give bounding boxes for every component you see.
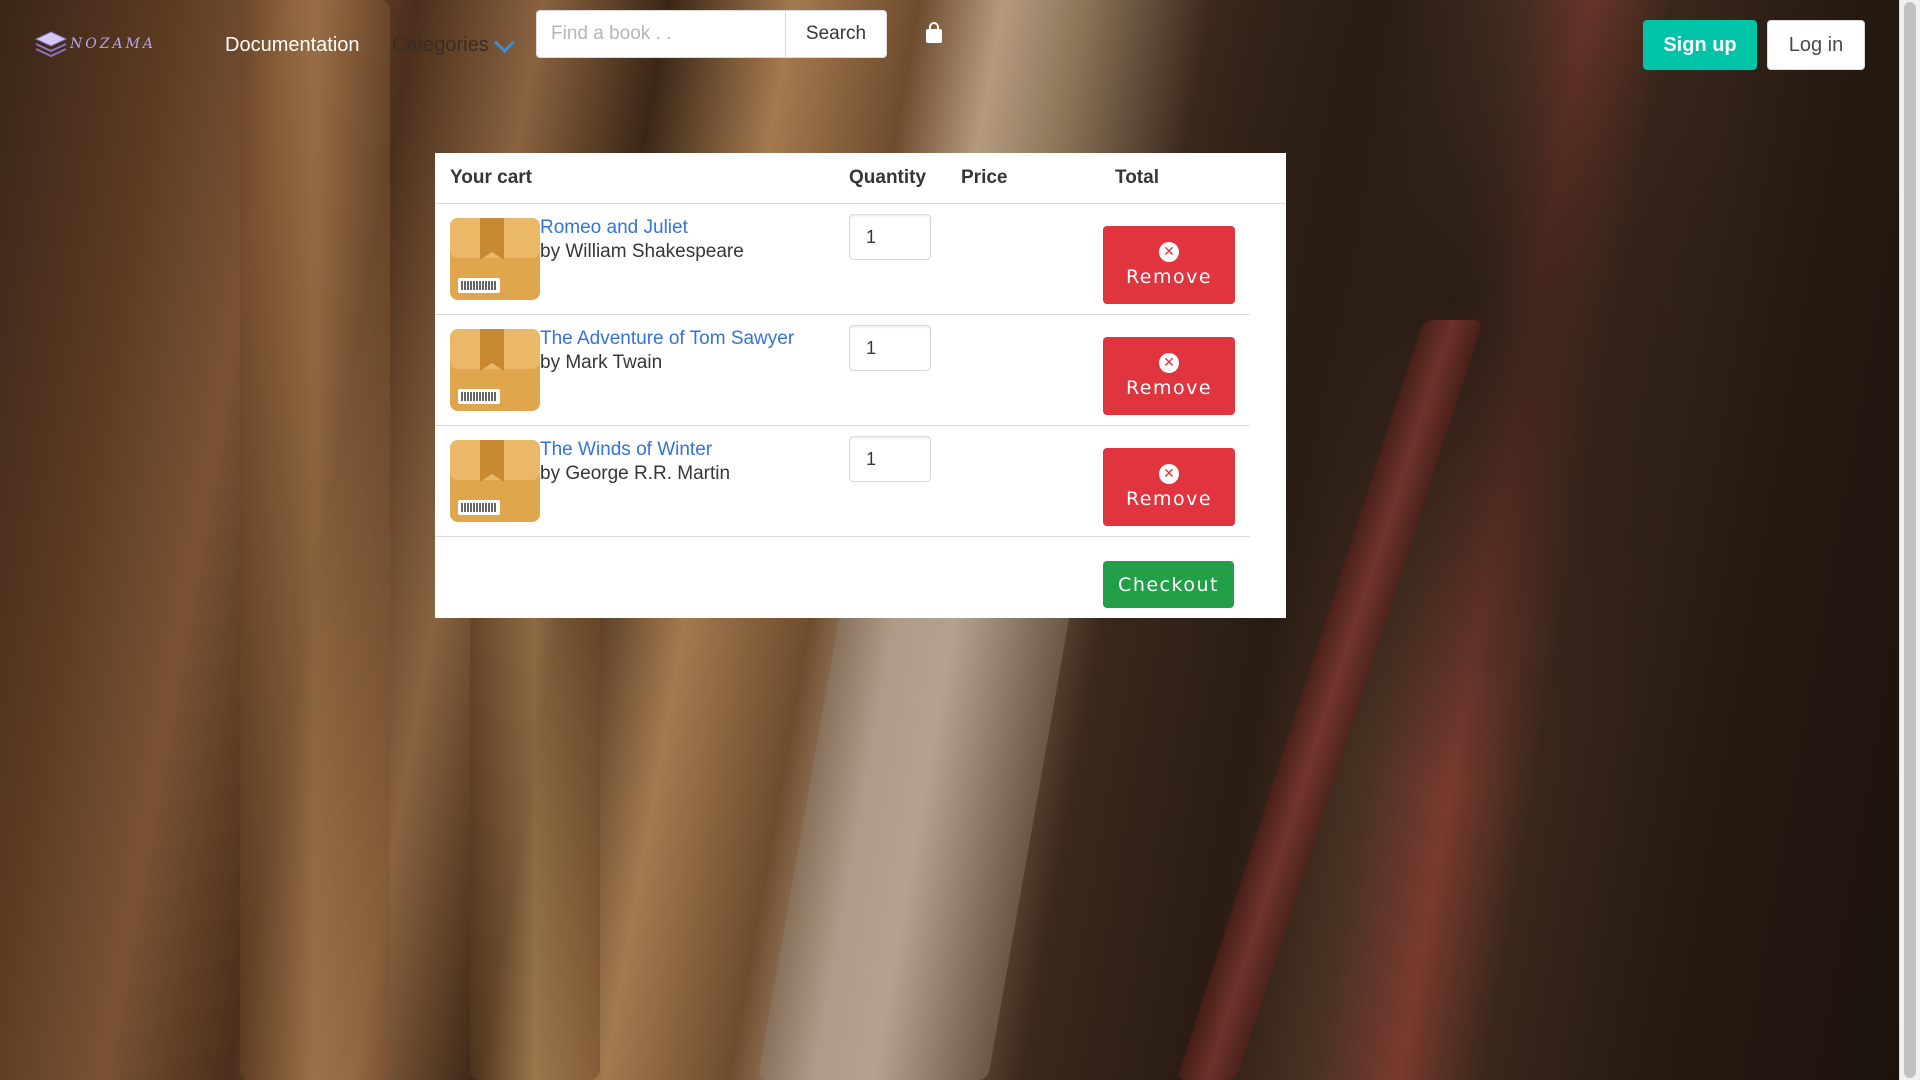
remove-label: Remove (1125, 266, 1213, 288)
login-button[interactable]: Log in (1767, 20, 1865, 70)
quantity-input[interactable] (849, 436, 931, 482)
cart-panel: Your cart Quantity Price Total Romeo and… (435, 153, 1286, 618)
remove-label: Remove (1125, 488, 1213, 510)
cart-item-row: Romeo and Juliet by William Shakespeare … (435, 204, 1250, 315)
checkout-button[interactable]: Checkout (1103, 561, 1234, 608)
logo-stack-icon (34, 31, 68, 58)
book-author: by William Shakespeare (540, 241, 744, 262)
search-button[interactable]: Search (786, 10, 887, 58)
remove-label: Remove (1125, 377, 1213, 399)
book-author: by George R.R. Martin (540, 463, 731, 484)
search-bar: Search (536, 10, 887, 58)
cart-header-row: Your cart Quantity Price Total (435, 153, 1286, 204)
column-header-your-cart: Your cart (450, 167, 533, 188)
cart-item-row: The Winds of Winter by George R.R. Marti… (435, 426, 1250, 537)
package-icon (450, 440, 540, 522)
page-scrollbar[interactable] (1899, 0, 1920, 1080)
remove-button[interactable]: ✕ Remove (1103, 226, 1235, 304)
book-author: by Mark Twain (540, 352, 663, 373)
book-spine-decoration (470, 560, 600, 1080)
brand-logo[interactable]: NOZAMA (34, 30, 156, 58)
quantity-input[interactable] (849, 214, 931, 260)
cart-item-row: The Adventure of Tom Sawyer by Mark Twai… (435, 315, 1250, 426)
quantity-input[interactable] (849, 325, 931, 371)
search-input[interactable] (536, 10, 786, 58)
book-spine-decoration (240, 0, 390, 1080)
close-circle-icon: ✕ (1159, 242, 1179, 262)
chevron-down-icon (493, 31, 515, 54)
column-header-price: Price (961, 167, 1008, 188)
signup-button[interactable]: Sign up (1643, 20, 1757, 70)
book-title-link[interactable]: The Winds of Winter (540, 439, 712, 461)
close-circle-icon: ✕ (1159, 464, 1179, 484)
nav-categories-label: Categories (392, 34, 489, 56)
scrollbar-thumb[interactable] (1904, 2, 1916, 1078)
nav-documentation-link[interactable]: Documentation (225, 34, 360, 57)
book-title-link[interactable]: The Adventure of Tom Sawyer (540, 328, 794, 350)
logo-text: NOZAMA (70, 36, 157, 52)
column-header-quantity: Quantity (849, 167, 927, 188)
package-icon (450, 218, 540, 300)
remove-button[interactable]: ✕ Remove (1103, 448, 1235, 526)
book-spine-decoration (757, 600, 1073, 1080)
shopping-bag-icon[interactable] (924, 22, 944, 44)
remove-button[interactable]: ✕ Remove (1103, 337, 1235, 415)
book-title-link[interactable]: Romeo and Juliet (540, 217, 688, 239)
close-circle-icon: ✕ (1159, 353, 1179, 373)
nav-categories-dropdown[interactable]: Categories (392, 31, 515, 57)
column-header-total: Total (1115, 167, 1159, 188)
package-icon (450, 329, 540, 411)
